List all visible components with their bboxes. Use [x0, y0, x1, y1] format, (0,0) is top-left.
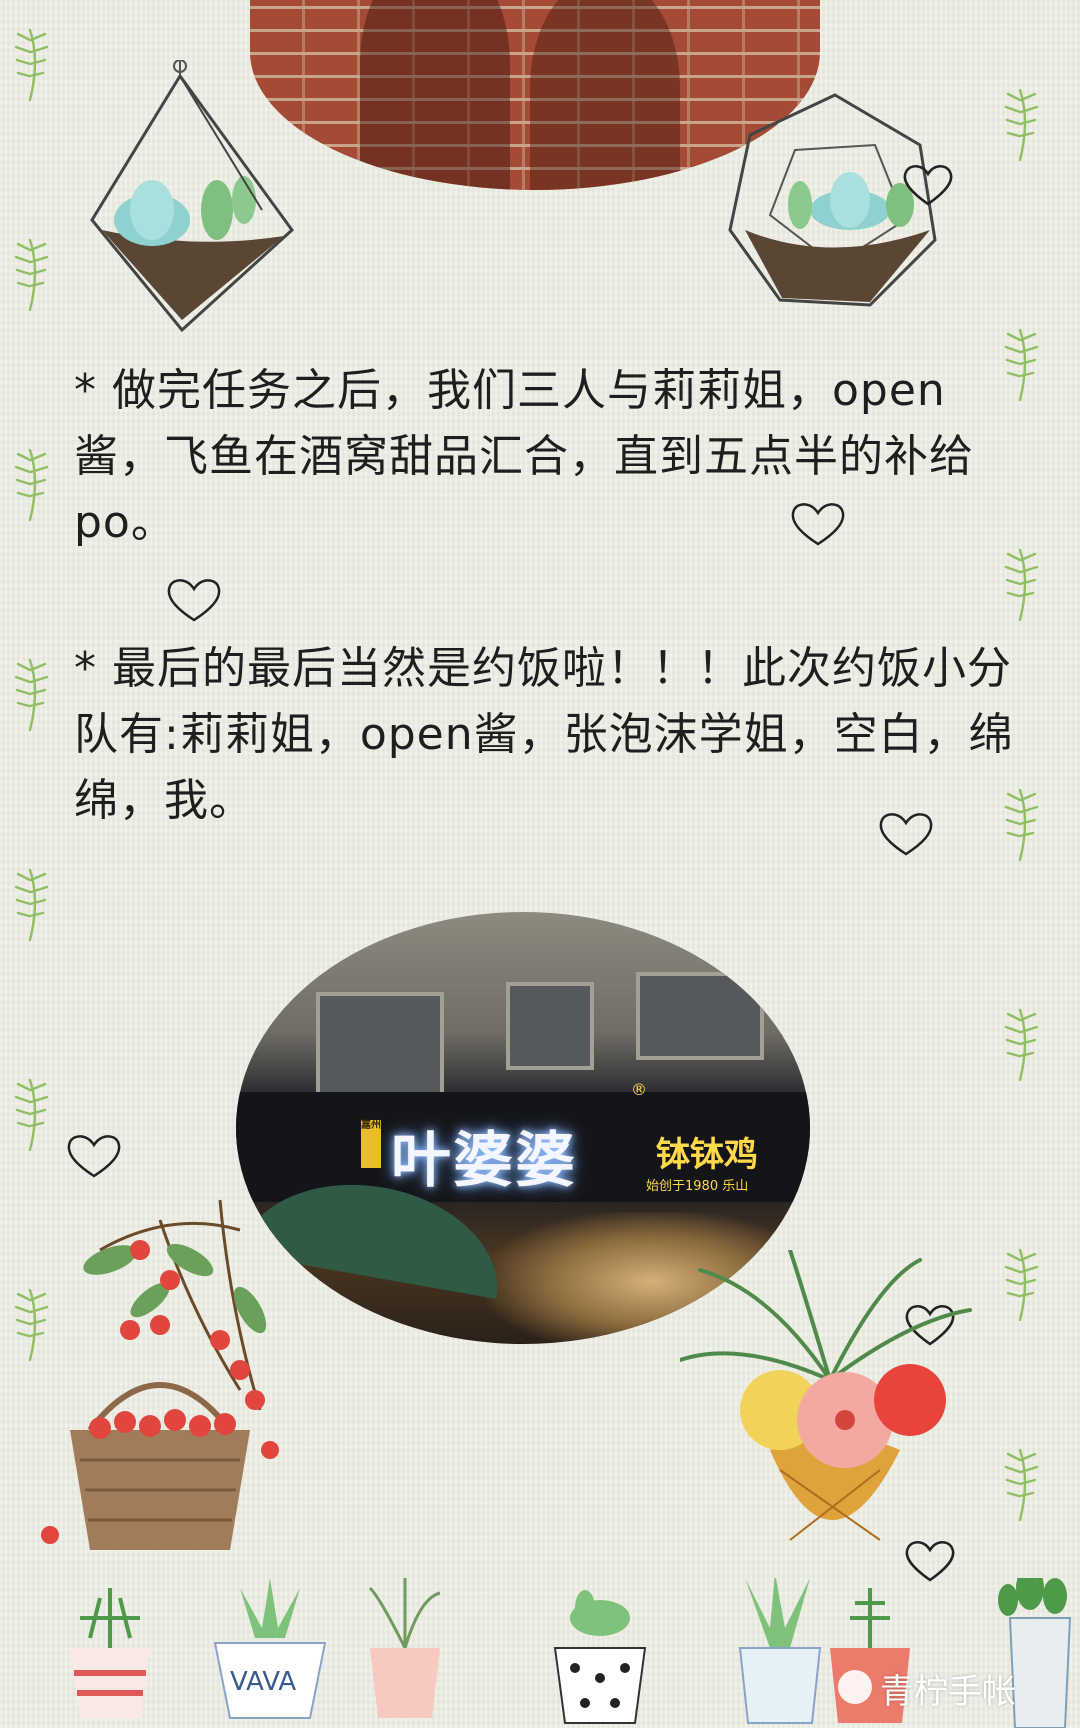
- building-window: [316, 992, 444, 1100]
- heart-icon: [67, 1135, 121, 1178]
- succulent-icon: [788, 172, 914, 230]
- sign-tag: 嘉州: [361, 1120, 381, 1168]
- pot-label: VAVA: [230, 1667, 296, 1697]
- heart-icon: [167, 579, 221, 622]
- shop-dish: 钵钵鸡: [656, 1135, 758, 1175]
- shop-name: 叶婆婆: [391, 1126, 577, 1196]
- cherry-basket-icon: [41, 1199, 279, 1550]
- potted-plant-icon: [368, 1578, 441, 1718]
- succulent-icon: [114, 176, 256, 246]
- building-window: [636, 972, 764, 1060]
- shop-slogan: 始创于1980 乐山: [646, 1179, 749, 1194]
- building-window: [506, 982, 594, 1070]
- pineapple-bouquet-icon: [680, 1250, 972, 1541]
- watermark-text: 青柠手帐: [880, 1672, 1016, 1712]
- person-shadow-left: [360, 0, 510, 190]
- diary-paragraph-2: * 最后的最后当然是约饭啦！！！此次约饭小分队有:莉莉姐，open酱，张泡沫学姐…: [74, 643, 1014, 826]
- watermark-logo-icon: [838, 1670, 872, 1704]
- terrarium-icon: [90, 60, 295, 333]
- diary-paragraph-1: * 做完任务之后，我们三人与莉莉姐，open酱，飞鱼在酒窝甜品汇合，直到五点半的…: [74, 365, 974, 548]
- potted-plant-icon: [738, 1578, 822, 1724]
- person-shadow-right: [530, 0, 680, 190]
- potted-plant-icon: [553, 1590, 647, 1724]
- heart-icon: [903, 165, 953, 206]
- registered-mark: ®: [631, 1080, 647, 1099]
- potted-plant-icon: [70, 1588, 150, 1718]
- fern-border-right: [1004, 88, 1039, 1522]
- potted-plant-icon: VAVA: [213, 1578, 327, 1719]
